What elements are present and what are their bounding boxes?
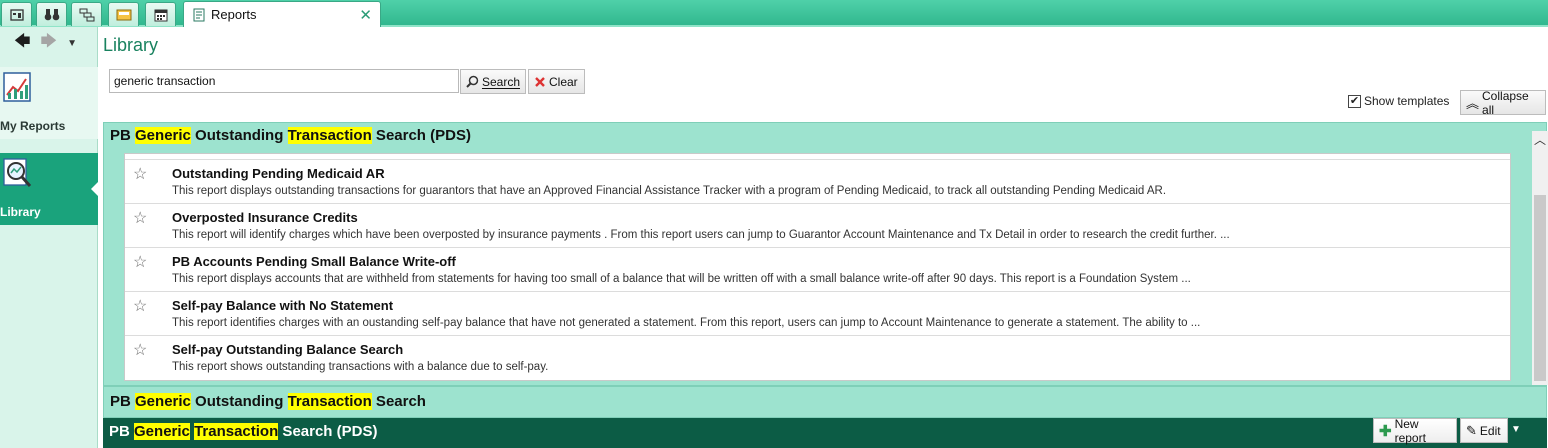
search-highlight: Generic (135, 127, 191, 144)
search-highlight: Transaction (287, 393, 372, 410)
tab-calendar[interactable] (145, 2, 176, 26)
pencil-icon: ✎ (1466, 422, 1477, 438)
group-title-part: Search (371, 393, 426, 410)
hierarchy-icon (79, 8, 94, 21)
tab-bar: Reports ✕ (0, 0, 1548, 27)
report-group-collapsed[interactable]: PB Generic Outstanding Transaction Searc… (103, 386, 1547, 418)
report-title[interactable]: Overposted Insurance Credits (172, 210, 358, 225)
clear-button[interactable]: Clear (528, 69, 585, 94)
nav-item-label: My Reports (0, 119, 66, 133)
favorite-star-icon[interactable]: ☆ (133, 296, 147, 316)
show-templates-checkbox[interactable]: ✔ (1348, 94, 1361, 108)
active-indicator (91, 181, 99, 197)
tab-dashboard[interactable] (1, 2, 32, 26)
close-icon[interactable]: ✕ (359, 6, 372, 24)
nav-item-library[interactable]: Library (0, 153, 99, 225)
magnifier-icon (3, 158, 32, 187)
show-templates-toggle[interactable]: ✔ Show templates (1348, 94, 1449, 108)
favorite-star-icon[interactable]: ☆ (133, 340, 147, 360)
search-icon (466, 75, 479, 88)
collapse-all-button[interactable]: ︽ Collapse all (1460, 88, 1546, 117)
report-title[interactable]: Self-pay Balance with No Statement (172, 298, 393, 313)
group-dropdown-icon[interactable]: ▼ (1511, 424, 1521, 435)
report-list: ☆ Outstanding Pending Medicaid AR This r… (124, 153, 1511, 381)
search-highlight: Transaction (287, 127, 372, 144)
report-title[interactable]: PB Accounts Pending Small Balance Write-… (172, 254, 456, 269)
search-button-label: Search (481, 74, 520, 89)
list-item[interactable]: ☆ Self-pay Balance with No Statement Thi… (125, 292, 1510, 336)
group-title-part: Outstanding (190, 393, 288, 410)
tab-reports[interactable]: Reports ✕ (183, 1, 381, 27)
group-header[interactable]: PB Generic Outstanding Transaction Searc… (110, 127, 471, 144)
back-arrow-icon[interactable]: 🡄 (14, 30, 31, 57)
report-group-expanded: PB Generic Outstanding Transaction Searc… (103, 122, 1548, 386)
favorite-star-icon[interactable]: ☆ (133, 252, 147, 272)
new-report-label: New report (1394, 416, 1426, 445)
favorite-star-icon[interactable]: ☆ (133, 164, 147, 184)
edit-label: Edit (1479, 423, 1501, 438)
group-title-part: Search (PDS) (278, 423, 378, 440)
double-chevron-up-icon: ︽ (1466, 96, 1480, 111)
forward-arrow-icon[interactable]: 🡆 (41, 30, 58, 57)
vertical-scrollbar[interactable]: ︿ (1532, 131, 1548, 385)
calendar-icon (154, 9, 167, 21)
report-description: This report displays outstanding transac… (172, 185, 1167, 197)
list-item[interactable]: ☆ Outstanding Pending Medicaid AR This r… (125, 160, 1510, 204)
history-controls: 🡄 🡆 ▼ (0, 27, 97, 59)
search-highlight: Transaction (194, 423, 279, 440)
plus-icon: ✚ (1379, 422, 1392, 440)
dashboard-icon (9, 8, 24, 21)
main-content: Library Search Clear ✔ Show templates ︽ … (99, 27, 1548, 448)
group-header[interactable]: PB Generic Outstanding Transaction Searc… (110, 393, 426, 410)
search-button[interactable]: Search (460, 69, 526, 94)
collapse-all-label: Collapse all (1482, 88, 1529, 117)
tab-search[interactable] (36, 2, 67, 26)
group-header[interactable]: PB Generic Transaction Search (PDS) (109, 423, 377, 440)
group-title-part: PB (110, 393, 136, 410)
list-item[interactable]: ☆ PB Accounts Pending Small Balance Writ… (125, 248, 1510, 292)
group-title-part: Outstanding (190, 127, 288, 144)
show-templates-label: Show templates (1364, 94, 1450, 108)
report-document-icon (193, 8, 205, 21)
binoculars-icon (44, 8, 59, 20)
list-item[interactable]: ☆ Self-pay Outstanding Balance Search Th… (125, 336, 1510, 380)
report-title[interactable]: Self-pay Outstanding Balance Search (172, 342, 403, 357)
nav-item-my-reports[interactable]: My Reports (0, 67, 98, 139)
report-description: This report displays accounts that are w… (172, 273, 1191, 285)
page-title: Library (103, 35, 159, 55)
tab-inbox[interactable] (108, 2, 139, 26)
report-description: This report shows outstanding transactio… (172, 361, 549, 373)
inbox-icon (116, 9, 131, 20)
group-title-part: Search (PDS) (371, 127, 471, 144)
history-dropdown-icon[interactable]: ▼ (67, 38, 77, 49)
search-highlight: Generic (135, 393, 191, 410)
nav-item-label: Library (0, 205, 41, 219)
search-highlight: Generic (134, 423, 190, 440)
tab-hierarchy[interactable] (71, 2, 102, 26)
report-group-selected[interactable]: PB Generic Transaction Search (PDS) (103, 418, 1547, 448)
left-navigation: 🡄 🡆 ▼ My Reports Library (0, 27, 99, 448)
group-title-part: PB (110, 127, 136, 144)
clear-button-label: Clear (549, 74, 578, 89)
edit-button[interactable]: ✎ Edit (1460, 418, 1508, 443)
tab-reports-label: Reports (211, 7, 257, 22)
clear-x-icon (535, 76, 545, 87)
list-item[interactable]: ☆ Overposted Insurance Credits This repo… (125, 204, 1510, 248)
group-title-part: PB (109, 423, 135, 440)
report-title[interactable]: Outstanding Pending Medicaid AR (172, 166, 385, 181)
new-report-button[interactable]: ✚ New report (1373, 416, 1457, 445)
report-description: This report identifies charges with an o… (172, 317, 1201, 329)
favorite-star-icon[interactable]: ☆ (133, 208, 147, 228)
scroll-up-icon[interactable]: ︿ (1532, 131, 1548, 149)
report-description: This report will identify charges which … (172, 229, 1230, 241)
search-input[interactable] (109, 69, 459, 93)
scrollbar-thumb[interactable] (1534, 195, 1546, 381)
chart-icon (3, 72, 31, 102)
